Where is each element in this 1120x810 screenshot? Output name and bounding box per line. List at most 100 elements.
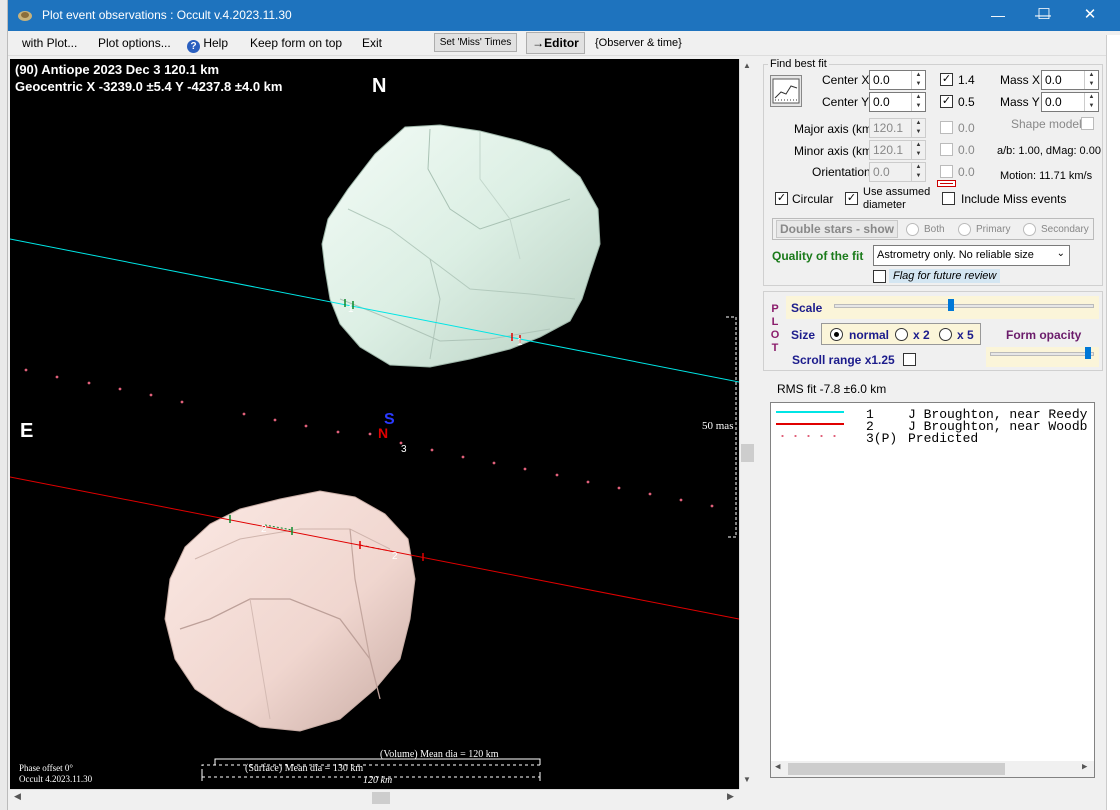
legend-list[interactable]: 1 J Broughton, near Reedy 2 J Broughton,…: [770, 402, 1095, 778]
size-normal-radio[interactable]: [830, 328, 843, 341]
close-button[interactable]: ✕: [1067, 0, 1113, 31]
mass-x-spinner[interactable]: ▲ ▼: [1084, 71, 1098, 89]
include-miss-label: Include Miss events: [961, 192, 1067, 206]
circular-checkbox[interactable]: ✓: [775, 192, 788, 205]
km-scale-label: 120 km: [363, 775, 393, 786]
geocentric-position: Geocentric X -3239.0 ±5.4 Y -4237.8 ±4.0…: [15, 79, 283, 94]
upper-asteroid-model: [321, 124, 601, 368]
event-title: (90) Antiope 2023 Dec 3 120.1 km: [15, 62, 220, 77]
checkbox-major[interactable]: [940, 121, 953, 134]
primary-label: Primary: [976, 224, 1011, 235]
observer-time-label: {Observer & time}: [595, 37, 682, 49]
use-assumed-label: Use assumed: [863, 186, 931, 198]
legend-scroll-thumb[interactable]: [788, 763, 1005, 775]
north-label: N: [372, 75, 387, 97]
minor-axis-label: Minor axis (km): [794, 144, 877, 158]
size-label: Size: [791, 328, 816, 342]
use-assumed-diameter-checkbox[interactable]: ✓: [845, 192, 858, 205]
right-edge-window: [1106, 35, 1120, 810]
center-x-spinner[interactable]: ▲ ▼: [911, 71, 925, 89]
primary-radio[interactable]: [958, 223, 971, 236]
chevron-down-icon: ⌄: [1056, 248, 1065, 259]
set-miss-times-button[interactable]: Set 'Miss' Times: [434, 33, 517, 52]
fit-curve-icon: [772, 78, 800, 104]
help-icon: ?: [187, 40, 200, 53]
orientation-label: Orientation: [812, 165, 871, 179]
mass-x-input[interactable]: 0.0 ▲ ▼: [1041, 70, 1099, 90]
chord-label-2a: 2: [261, 524, 267, 535]
best-fit-button[interactable]: [770, 75, 802, 107]
menu-keep-on-top[interactable]: Keep form on top: [250, 36, 342, 50]
center-x-input[interactable]: 0.0 ▲ ▼: [869, 70, 926, 90]
include-miss-checkbox[interactable]: [942, 192, 955, 205]
scale-slider-track[interactable]: [834, 304, 1094, 308]
checkbox-1-4-label: 1.4: [958, 73, 975, 87]
secondary-radio[interactable]: [1023, 223, 1036, 236]
center-y-spinner[interactable]: ▲ ▼: [911, 93, 925, 111]
surface-dia-label: (Surface) Mean dia = 130 km: [245, 763, 364, 774]
quality-dropdown[interactable]: Astrometry only. No reliable size ⌄: [873, 245, 1070, 266]
center-n-label: N: [378, 425, 389, 441]
plot-area[interactable]: (90) Antiope 2023 Dec 3 120.1 km Geocent…: [10, 59, 739, 789]
opacity-slider-thumb[interactable]: [1085, 347, 1091, 359]
east-label: E: [20, 420, 34, 442]
chord-label-1a: 1: [348, 304, 354, 315]
legend-scroll-right-icon[interactable]: ▶: [1082, 762, 1087, 772]
both-radio[interactable]: [906, 223, 919, 236]
size-x2-radio[interactable]: [895, 328, 908, 341]
checkbox-orient[interactable]: [940, 165, 953, 178]
ellipse-color-indicator: [937, 180, 956, 187]
shape-model-checkbox[interactable]: [1081, 117, 1094, 130]
scroll-up-icon[interactable]: ▲: [743, 61, 751, 70]
checkbox-0-5-label: 0.5: [958, 95, 975, 109]
plot-horizontal-scrollbar[interactable]: ◀ ▶: [10, 789, 739, 805]
checkbox-major-label: 0.0: [958, 121, 975, 135]
menu-plot-options[interactable]: Plot options...: [98, 36, 171, 50]
shape-model-label: Shape model: [1011, 117, 1082, 131]
editor-button[interactable]: →Editor: [526, 32, 585, 54]
plot-side-label: PLOT: [770, 303, 780, 354]
mass-y-input[interactable]: 0.0 ▲ ▼: [1041, 92, 1099, 112]
mass-y-spinner[interactable]: ▲ ▼: [1084, 93, 1098, 111]
size-x5-label: x 5: [957, 328, 974, 342]
menu-with-plot[interactable]: with Plot...: [22, 36, 77, 50]
scroll-left-icon[interactable]: ◀: [14, 791, 21, 802]
size-x2-label: x 2: [913, 328, 930, 342]
checkbox-1-4[interactable]: ✓: [940, 73, 953, 86]
opacity-row: [986, 347, 1099, 367]
size-normal-label: normal: [849, 328, 890, 342]
checkbox-minor[interactable]: [940, 143, 953, 156]
checkbox-minor-label: 0.0: [958, 143, 975, 157]
menu-exit[interactable]: Exit: [362, 36, 382, 50]
scale-slider-thumb[interactable]: [948, 299, 954, 311]
major-axis-input[interactable]: 120.1 ▲ ▼: [869, 118, 926, 138]
vertical-scroll-thumb[interactable]: [741, 444, 754, 462]
flag-review-checkbox[interactable]: [873, 270, 886, 283]
center-y-input[interactable]: 0.0 ▲ ▼: [869, 92, 926, 112]
checkbox-0-5[interactable]: ✓: [940, 95, 953, 108]
scroll-down-icon[interactable]: ▼: [743, 775, 751, 784]
title-bar: Plot event observations : Occult v.4.202…: [8, 0, 1120, 31]
scroll-right-icon[interactable]: ▶: [727, 791, 734, 802]
lower-asteroid-model: [164, 490, 416, 732]
legend-h-scrollbar[interactable]: ◀ ▶: [771, 761, 1094, 777]
minor-axis-input[interactable]: 120.1 ▲ ▼: [869, 140, 926, 160]
orientation-input[interactable]: 0.0 ▲ ▼: [869, 162, 926, 182]
window-title: Plot event observations : Occult v.4.202…: [42, 8, 292, 22]
size-x5-radio[interactable]: [939, 328, 952, 341]
scroll-range-label: Scroll range x1.25: [792, 353, 895, 367]
double-stars-button[interactable]: Double stars - show: [776, 220, 899, 238]
legend-scroll-left-icon[interactable]: ◀: [775, 762, 780, 772]
chord-label-3: 3: [401, 444, 407, 455]
occult-version-label: Occult 4.2023.11.30: [19, 774, 93, 784]
horizontal-scroll-thumb[interactable]: [372, 792, 390, 804]
center-y-label: Center Y: [822, 95, 870, 109]
menu-help[interactable]: ? Help: [187, 36, 228, 53]
opacity-slider-track[interactable]: [990, 352, 1094, 356]
minimize-button[interactable]: —: [975, 0, 1021, 31]
diameter-label: diameter: [863, 199, 906, 211]
maximize-button[interactable]: ☐: [1021, 0, 1067, 31]
plot-vertical-scrollbar[interactable]: ▲ ▼: [739, 59, 755, 789]
scroll-range-checkbox[interactable]: [903, 353, 916, 366]
motion-label: Motion: 11.71 km/s: [1000, 170, 1093, 182]
